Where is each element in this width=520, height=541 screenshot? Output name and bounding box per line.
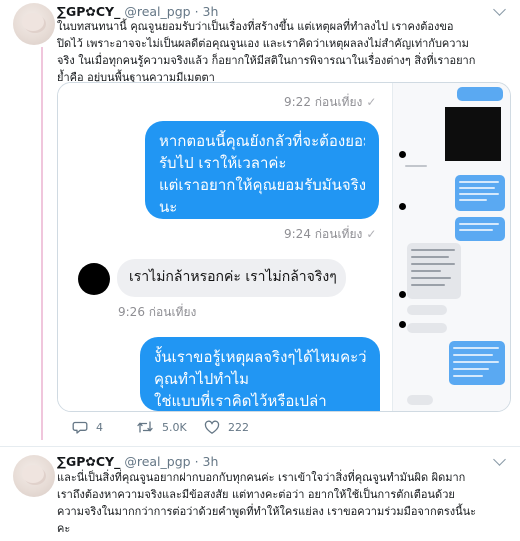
message-timestamp: 9:24 ก่อนเที่ยง ✓: [284, 225, 376, 244]
tweet-text-line: ความจริงในมากกว่าการต่อว่าด้วยคำพูดที่ทำ…: [57, 505, 477, 518]
user-handle[interactable]: @real_pgp: [124, 4, 190, 19]
message-line: รับไป เราให้เวลาค่ะ: [159, 154, 287, 172]
sent-message-bubble: งั้นเราขอรู้เหตุผลจริงๆได้ไหมคะว่า คุณทำ…: [140, 337, 380, 411]
mini-text-line: [459, 181, 499, 183]
mini-text-line: [459, 193, 499, 195]
message-line: งั้นเราขอรู้เหตุผลจริงๆได้ไหมคะว่า: [154, 348, 366, 366]
tweet[interactable]: ∑GP✿CY_ @real_pgp · 3h ในบทสนทนานี้ คุณจ…: [0, 0, 520, 446]
chat-screenshot[interactable]: 9:22 ก่อนเที่ยง ✓ หากตอนนี้คุณยังกลัวที่จ…: [58, 83, 388, 411]
sent-message-bubble: หากตอนนี้คุณยังกลัวที่จะต้องยอม รับไป เร…: [145, 121, 379, 219]
avatar-image: [22, 465, 44, 483]
mini-text-line: [411, 256, 449, 258]
retweet-icon: [137, 421, 153, 433]
mini-text-line: [453, 368, 489, 370]
tweet-text-line: ปิดไว้ เพราะอาจจะไม่เป็นผลดีต่อคุณจูนเอง…: [57, 37, 469, 50]
mini-received-bubble: [407, 323, 447, 333]
tweet-header: ∑GP✿CY_ @real_pgp · 3h: [57, 4, 218, 19]
avatar-image: [22, 13, 44, 31]
message-timestamp: 9:22 ก่อนเที่ยง ✓: [284, 93, 376, 112]
chevron-down-icon[interactable]: [493, 3, 506, 16]
retweet-button[interactable]: 5.0K: [136, 420, 187, 434]
mini-sent-bubble: [457, 87, 503, 101]
mini-sent-bubble: [455, 217, 505, 241]
mini-text-line: [453, 347, 499, 349]
tweet-text: ในบทสนทนานี้ คุณจูนยอมรับว่าเป็นเรื่องที…: [57, 18, 509, 86]
tweet-timestamp[interactable]: 3h: [203, 454, 219, 469]
mini-text-line: [411, 249, 455, 251]
retweet-count: 5.0K: [162, 420, 187, 434]
message-text: เราไม่กล้าหรอกค่ะ เราไม่กล้าจริงๆ: [129, 269, 337, 285]
mini-received-bubble: [407, 305, 447, 315]
tweet[interactable]: ∑GP✿CY_ @real_pgp · 3h และนี่เป็นสิ่งที่…: [0, 447, 520, 541]
tweet-text-line: ในบทสนทนานี้ คุณจูนยอมรับว่าเป็นเรื่องที…: [57, 20, 454, 33]
mini-text-line: [453, 375, 483, 377]
secondary-chat-screenshot[interactable]: [392, 83, 510, 411]
display-name[interactable]: ∑GP✿CY_: [57, 4, 120, 19]
mini-text-line: [453, 361, 499, 363]
tweet-text-line: เราถึงต้องหาความจริงและมีข้อสงสัย แต่ทาง…: [57, 488, 455, 501]
display-name[interactable]: ∑GP✿CY_: [57, 454, 120, 469]
tweet-text-line: จริง ในเมื่อทุกคนรู้ความจริงแล้ว ก็อยากใ…: [57, 54, 476, 67]
mini-contact-dot: [399, 151, 406, 158]
mini-timestamp: [405, 165, 427, 167]
mini-text-line: [459, 199, 487, 201]
mini-text-line: [453, 354, 493, 356]
message-line: หากตอนนี้คุณยังกลัวที่จะต้องยอม: [159, 132, 365, 150]
reply-button[interactable]: 4: [72, 420, 103, 435]
read-check-icon: ✓: [366, 227, 377, 241]
message-line: แต่เราอยากให้คุณยอมรับมันจริงๆ: [159, 176, 365, 194]
mini-sent-bubble: [455, 175, 505, 211]
mini-contact-dot: [399, 203, 406, 210]
mini-text-line: [459, 187, 495, 189]
reply-count: 4: [96, 421, 103, 434]
timestamp-text: 9:26 ก่อนเที่ยง: [118, 305, 197, 319]
read-check-icon: ✓: [366, 95, 377, 109]
mini-text-line: [459, 229, 493, 231]
like-count: 222: [228, 421, 249, 434]
message-line: นะ: [159, 198, 178, 216]
mini-text-line: [411, 277, 451, 279]
message-line: ใช่แบบที่เราคิดไว้หรือเปล่า: [154, 392, 327, 410]
mini-text-line: [411, 263, 455, 265]
received-message-bubble: เราไม่กล้าหรอกค่ะ เราไม่กล้าจริงๆ: [117, 259, 346, 297]
timestamp-text: 9:22 ก่อนเที่ยง: [284, 95, 363, 109]
tweet-media[interactable]: 9:22 ก่อนเที่ยง ✓ หากตอนนี้คุณยังกลัวที่จ…: [57, 82, 511, 412]
message-line: คุณทำไปทำไม: [154, 370, 250, 388]
header-separator: ·: [194, 454, 199, 469]
avatar[interactable]: [13, 455, 55, 497]
header-separator: ·: [194, 4, 199, 19]
tweet-text-line: คะ: [57, 522, 71, 535]
like-button[interactable]: 222: [204, 420, 249, 435]
mini-received-bubble: [407, 395, 433, 405]
mini-sent-bubble: [449, 341, 505, 385]
message-timestamp: 9:26 ก่อนเที่ยง: [118, 303, 196, 322]
mini-received-bubble: [407, 243, 461, 299]
contact-avatar: [78, 263, 110, 295]
mini-text-line: [411, 284, 445, 286]
mini-text-line: [411, 270, 441, 272]
timestamp-text: 9:24 ก่อนเที่ยง: [284, 227, 363, 241]
avatar[interactable]: [13, 3, 55, 45]
mini-contact-dot: [399, 291, 406, 298]
tweet-header: ∑GP✿CY_ @real_pgp · 3h: [57, 454, 218, 469]
user-handle[interactable]: @real_pgp: [124, 454, 190, 469]
tweet-text-line: และนี่เป็นสิ่งที่คุณจูนอยากฝากบอกกับทุกค…: [57, 471, 466, 484]
mini-text-line: [459, 223, 499, 225]
chevron-down-icon[interactable]: [493, 453, 506, 466]
mini-contact-dot: [399, 321, 406, 328]
tweet-timestamp[interactable]: 3h: [203, 4, 219, 19]
redacted-block: [445, 107, 501, 161]
reply-icon: [72, 421, 88, 434]
tweet-text: และนี่เป็นสิ่งที่คุณจูนอยากฝากบอกกับทุกค…: [57, 469, 509, 537]
heart-icon: [204, 420, 220, 434]
